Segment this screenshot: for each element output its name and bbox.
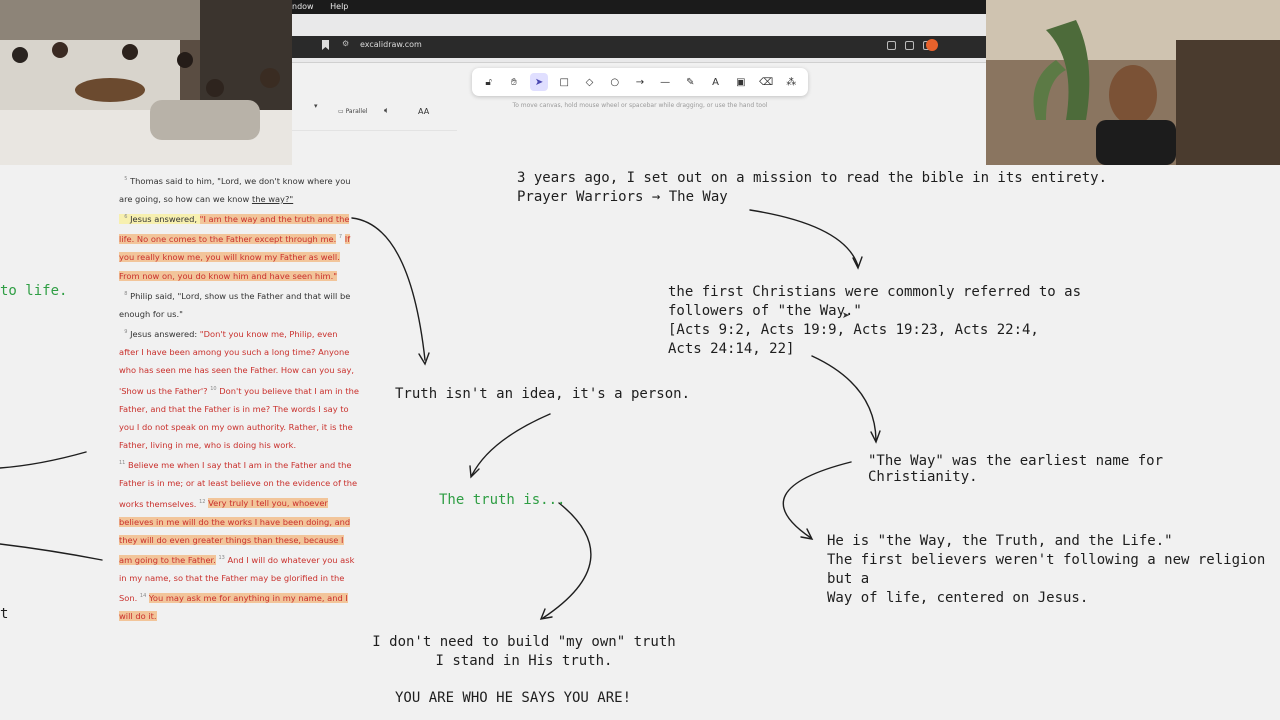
note-own-truth-line-2: I stand in His truth. <box>435 653 613 669</box>
note-mission[interactable]: 3 years ago, I set out on a mission to r… <box>517 169 1107 207</box>
mouse-cursor-icon: ➤ <box>842 311 850 321</box>
arrow-to-christians[interactable] <box>749 209 859 267</box>
note-mission-line-1: 3 years ago, I set out on a mission to r… <box>517 170 1108 186</box>
note-first-christians[interactable]: the first Christians were commonly refer… <box>668 283 1081 359</box>
note-he-is[interactable]: He is "the Way, the Truth, and the Life.… <box>827 532 1280 608</box>
note-cut-left-1[interactable]: to life. <box>0 283 67 299</box>
note-earliest-name[interactable]: "The Way" was the earliest name for Chri… <box>868 453 1280 485</box>
arrow-left-1[interactable] <box>0 451 87 469</box>
note-who-he-says[interactable]: YOU ARE WHO HE SAYS YOU ARE! <box>395 690 631 706</box>
note-truth-person[interactable]: Truth isn't an idea, it's a person. <box>395 386 690 402</box>
note-truth-is[interactable]: The truth is... <box>439 492 565 508</box>
note-christians-line-3: [Acts 9:2, Acts 19:9, Acts 19:23, Acts 2… <box>668 322 1039 338</box>
arrow-to-he-is[interactable] <box>782 461 852 539</box>
note-own-truth-line-1: I don't need to build "my own" truth <box>372 634 676 650</box>
note-he-is-line-2: The first believers weren't following a … <box>827 552 1266 587</box>
note-mission-line-2: Prayer Warriors → The Way <box>517 189 728 205</box>
note-cut-left-2[interactable]: t <box>0 606 8 622</box>
note-he-is-line-1: He is "the Way, the Truth, and the Life.… <box>827 533 1173 549</box>
note-christians-line-4: Acts 24:14, 22] <box>668 341 795 357</box>
arrow-to-earliest-name[interactable] <box>811 355 877 441</box>
canvas-arrows <box>0 209 881 620</box>
note-christians-line-1: the first Christians were commonly refer… <box>668 284 1082 300</box>
arrow-to-truth-person[interactable] <box>351 217 426 361</box>
note-christians-line-2: followers of "the Way." <box>668 303 862 319</box>
arrow-left-2[interactable] <box>0 543 103 561</box>
arrow-to-truth-is[interactable] <box>471 413 551 476</box>
arrow-to-own-truth[interactable] <box>542 502 592 619</box>
note-own-truth[interactable]: I don't need to build "my own" truth I s… <box>370 633 678 671</box>
note-he-is-line-3: Way of life, centered on Jesus. <box>827 590 1089 606</box>
